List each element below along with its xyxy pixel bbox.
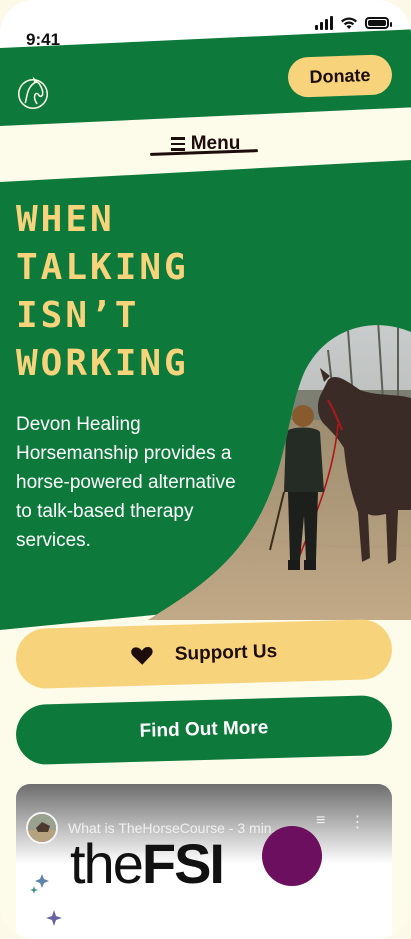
support-us-label: Support Us xyxy=(174,640,278,665)
fsi-logo-dot xyxy=(262,826,322,886)
status-icons xyxy=(315,16,392,30)
hero-headline: WHEN TALKING ISN’T WORKING xyxy=(16,196,189,388)
more-options-icon[interactable]: ⋮ xyxy=(349,812,365,832)
support-us-button[interactable]: Support Us xyxy=(15,618,393,690)
channel-avatar[interactable] xyxy=(26,812,58,844)
hero-description: Devon Healing Horsemanship provides a ho… xyxy=(16,414,236,551)
headline-line: WHEN xyxy=(16,199,115,240)
horse-head-logo-icon[interactable] xyxy=(14,74,52,112)
headline-line: WORKING xyxy=(16,343,189,384)
fsi-logo-light: the xyxy=(70,832,144,895)
headline-line: TALKING xyxy=(16,247,189,288)
hamburger-icon xyxy=(170,137,185,151)
playlist-icon[interactable]: ≡ xyxy=(316,812,325,832)
cellular-signal-icon xyxy=(315,16,333,30)
find-out-more-label: Find Out More xyxy=(139,717,269,742)
find-out-more-button[interactable]: Find Out More xyxy=(15,694,393,766)
video-controls: ≡ ⋮ xyxy=(316,812,365,832)
phone-screen: 9:41 Donate Menu WHEN TALKING ISN’T WORK… xyxy=(0,0,411,939)
fsi-logo-bold: FSI xyxy=(141,832,225,895)
sparkle-icon xyxy=(30,874,62,926)
battery-icon xyxy=(365,17,392,29)
fsi-logo: the FSI xyxy=(70,832,225,895)
menu-toggle[interactable]: Menu xyxy=(0,124,411,164)
heart-icon xyxy=(131,647,153,665)
donate-button[interactable]: Donate xyxy=(287,54,393,98)
headline-line: ISN’T xyxy=(16,295,140,336)
wifi-icon xyxy=(341,17,357,29)
